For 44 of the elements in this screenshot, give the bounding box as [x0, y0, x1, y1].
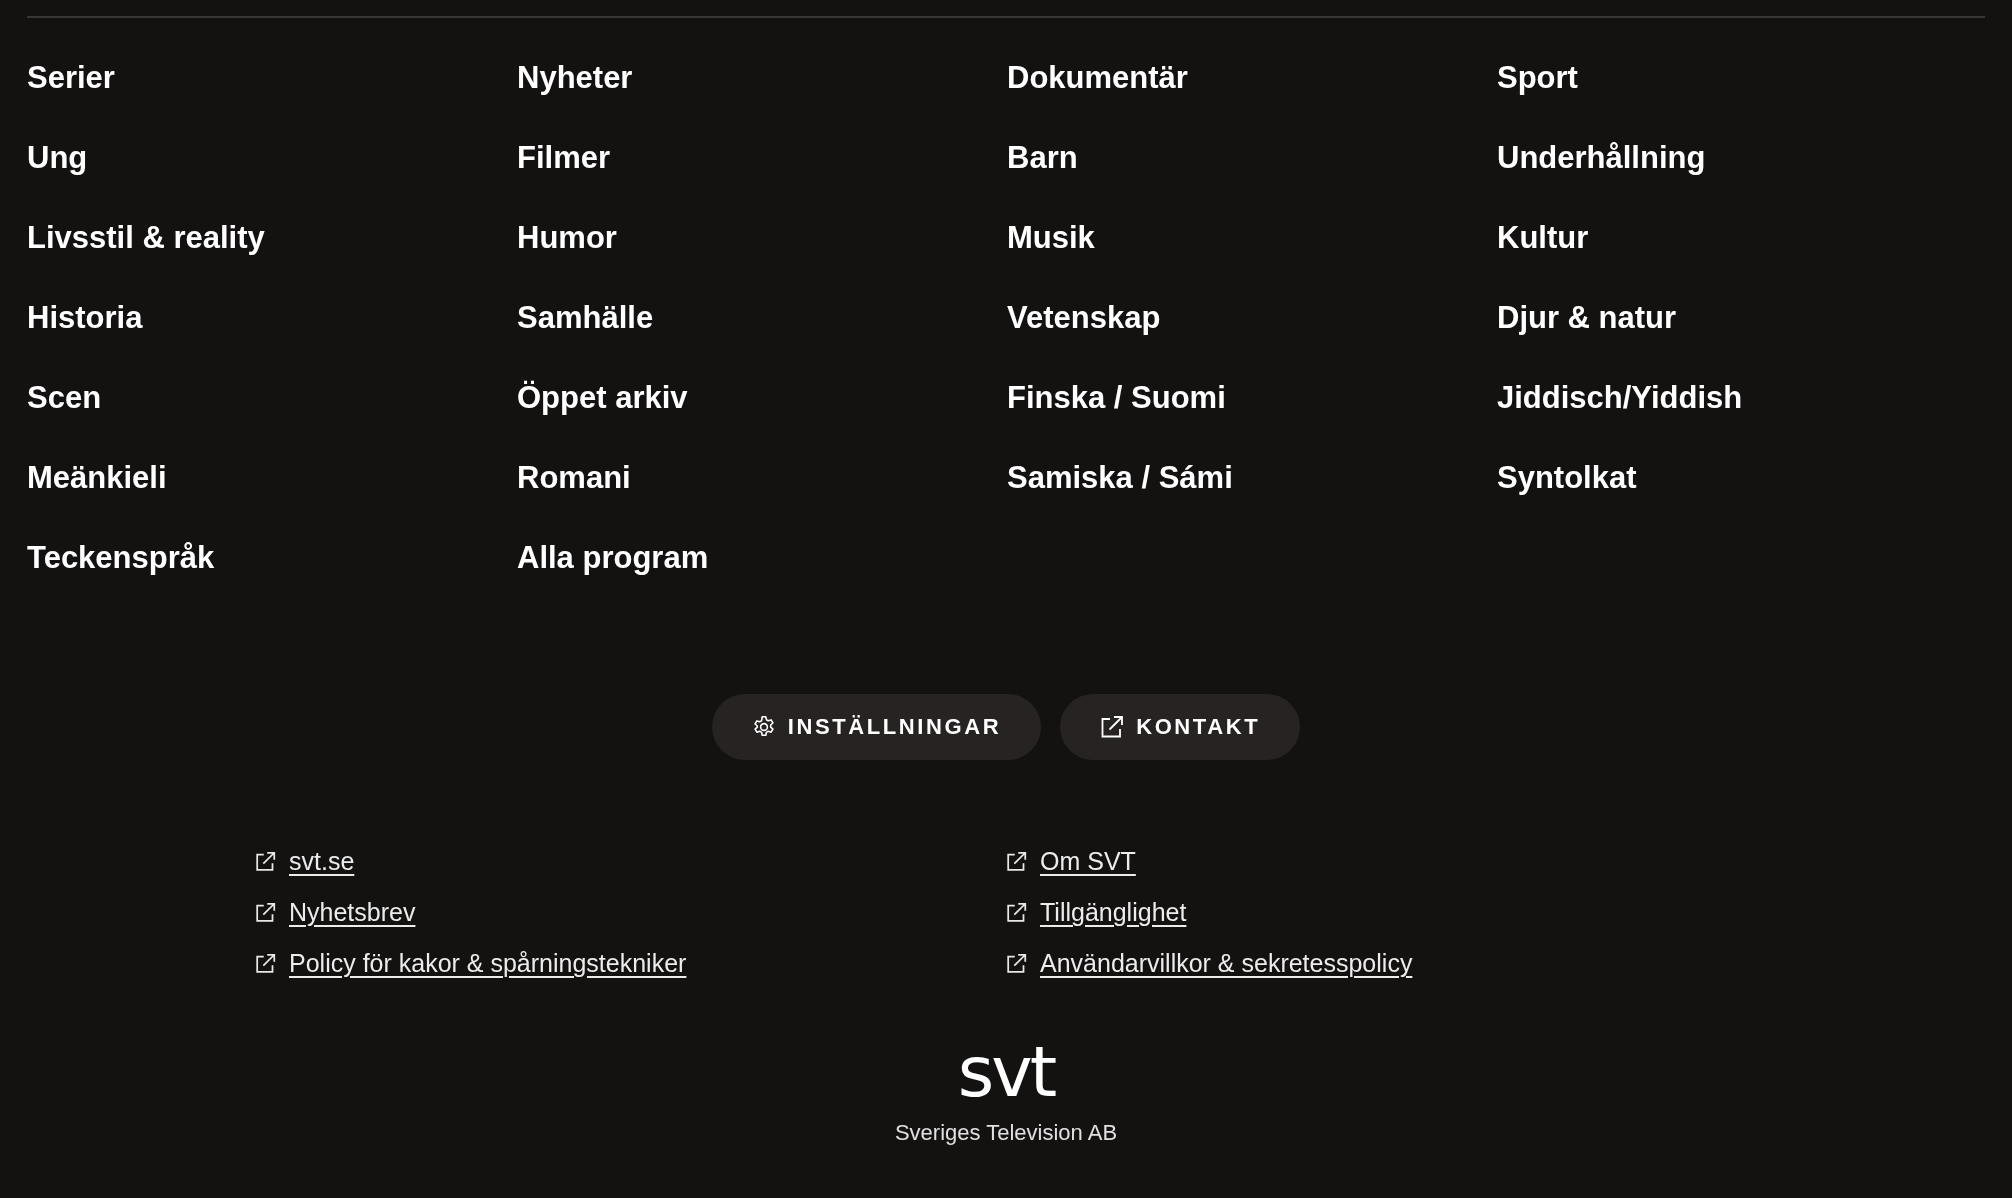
category-link[interactable]: Finska / Suomi: [1007, 378, 1226, 418]
category-link[interactable]: Alla program: [517, 538, 709, 578]
settings-icon: [751, 715, 776, 739]
category-link[interactable]: Samiska / Sámi: [1007, 458, 1233, 498]
category-link[interactable]: Samhälle: [517, 298, 654, 338]
settings-button[interactable]: INSTÄLLNINGAR: [711, 694, 1042, 760]
category-link[interactable]: Historia: [27, 298, 143, 338]
category-link[interactable]: Sport: [1497, 58, 1578, 98]
footer-link[interactable]: Om SVT: [1006, 836, 1136, 887]
external-link-icon: [1006, 902, 1027, 923]
footer-link[interactable]: Policy för kakor & spårningstekniker: [255, 938, 687, 989]
category-link[interactable]: Teckenspråk: [27, 538, 215, 578]
category-link[interactable]: Öppet arkiv: [517, 378, 688, 418]
category-link[interactable]: Meänkieli: [27, 458, 167, 498]
company-name: Sveriges Television AB: [894, 1119, 1118, 1147]
category-link[interactable]: Syntolkat: [1497, 458, 1637, 498]
category-link[interactable]: Barn: [1007, 138, 1078, 178]
footer-link[interactable]: Tillgänglighet: [1006, 887, 1187, 938]
external-link-icon: [255, 851, 276, 872]
category-link[interactable]: Jiddisch/Yiddish: [1497, 378, 1743, 418]
category-link[interactable]: Scen: [27, 378, 102, 418]
category-link[interactable]: Dokumentär: [1007, 58, 1188, 98]
footer-link[interactable]: svt.se: [255, 836, 355, 887]
logo[interactable]: svt: [957, 1039, 1055, 1105]
category-link[interactable]: Ung: [27, 138, 88, 178]
category-link[interactable]: Filmer: [517, 138, 611, 178]
external-link-icon: [255, 953, 276, 974]
external-link-icon: [1006, 953, 1027, 974]
category-link[interactable]: Humor: [517, 218, 617, 258]
external-link-icon: [1100, 715, 1125, 739]
category-link[interactable]: Djur & natur: [1497, 298, 1677, 338]
category-link[interactable]: Kultur: [1497, 218, 1589, 258]
external-link-icon: [255, 902, 276, 923]
contact-button[interactable]: KONTAKT: [1060, 694, 1301, 760]
category-link[interactable]: Nyheter: [517, 58, 633, 98]
category-link[interactable]: Serier: [27, 58, 115, 98]
category-link[interactable]: Romani: [517, 458, 631, 498]
footer-link[interactable]: Nyhetsbrev: [255, 887, 416, 938]
category-link[interactable]: Vetenskap: [1007, 298, 1161, 338]
external-link-icon: [1006, 851, 1027, 872]
category-link[interactable]: Livsstil & reality: [27, 218, 265, 258]
category-link[interactable]: Underhållning: [1497, 138, 1706, 178]
category-link[interactable]: Musik: [1007, 218, 1095, 258]
footer-link[interactable]: Användarvillkor & sekretesspolicy: [1006, 938, 1413, 989]
